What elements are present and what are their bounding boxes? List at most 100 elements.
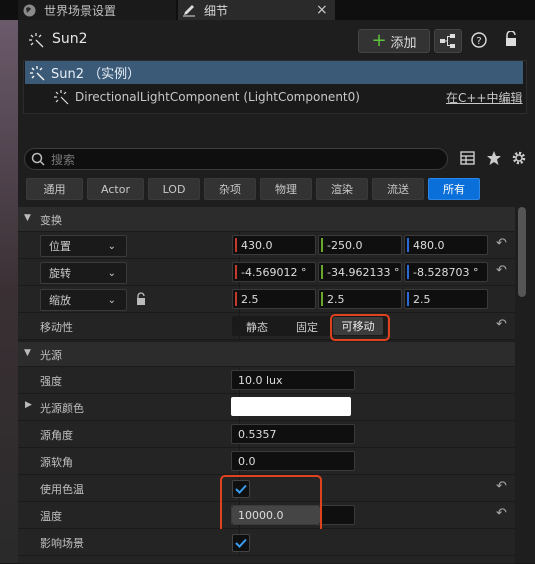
directional-light-icon xyxy=(53,89,69,105)
source-soft-angle-input[interactable]: 0.0 xyxy=(231,451,355,471)
filter-general[interactable]: 通用 xyxy=(26,178,83,200)
highlight-box-mobility xyxy=(330,314,390,341)
filter-lod[interactable]: LOD xyxy=(148,178,200,200)
filter-label: 流送 xyxy=(387,183,409,196)
source-angle-input[interactable]: 0.5357 xyxy=(231,424,355,444)
rotation-z-input[interactable]: -8.528703 ° xyxy=(404,262,488,282)
section-title: 光源 xyxy=(40,349,62,362)
intensity-row: 强度 10.0 lux xyxy=(18,367,515,394)
value-text: 2.5 xyxy=(327,292,345,306)
light-section-header[interactable]: ▼ 光源 xyxy=(18,342,515,367)
lock-icon[interactable] xyxy=(504,30,518,50)
add-component-button[interactable]: + 添加 xyxy=(358,29,430,53)
rotation-x-input[interactable]: -4.569012 ° xyxy=(232,262,316,282)
use-temperature-label: 使用色温 xyxy=(40,483,84,496)
checkmark-icon xyxy=(235,538,247,548)
search-input[interactable]: 搜索 xyxy=(24,148,448,170)
settings-gear-icon[interactable] xyxy=(511,150,527,169)
mobility-static-option[interactable]: 静态 xyxy=(246,319,268,335)
blueprint-button[interactable] xyxy=(434,29,462,53)
add-label: 添加 xyxy=(390,35,417,51)
affects-world-checkbox[interactable] xyxy=(232,534,250,552)
tab-details[interactable]: 细节 × xyxy=(178,0,335,20)
filter-streaming[interactable]: 流送 xyxy=(372,178,424,200)
location-y-input[interactable]: -250.0 xyxy=(318,235,402,255)
svg-text:?: ? xyxy=(476,36,481,47)
chevron-down-icon: ⌄ xyxy=(107,240,116,252)
light-actor-icon xyxy=(28,32,44,51)
mobility-label: 移动性 xyxy=(40,321,73,334)
chevron-down-icon: ⌄ xyxy=(107,294,116,306)
rotation-dropdown[interactable]: 旋转 ⌄ xyxy=(40,262,127,284)
scale-x-input[interactable]: 2.5 xyxy=(232,289,316,309)
location-z-input[interactable]: 480.0 xyxy=(404,235,488,255)
intensity-input[interactable]: 10.0 lux xyxy=(231,370,355,390)
light-color-label: 光源颜色 xyxy=(40,402,84,415)
value-text: 0.5357 xyxy=(238,427,277,441)
scale-z-input[interactable]: 2.5 xyxy=(404,289,488,309)
scale-lock-icon[interactable] xyxy=(135,292,147,309)
collapse-arrow-icon: ▼ xyxy=(24,348,31,358)
tree-row-label: Sun2 （实例） xyxy=(51,67,141,82)
globe-icon xyxy=(22,3,36,17)
actor-title: Sun2 xyxy=(52,31,88,47)
filter-physics[interactable]: 物理 xyxy=(260,178,312,200)
reset-icon[interactable]: ↶ xyxy=(496,479,507,494)
scale-dropdown[interactable]: 缩放 ⌄ xyxy=(40,289,127,311)
filter-misc[interactable]: 杂项 xyxy=(204,178,256,200)
filter-rendering[interactable]: 渲染 xyxy=(316,178,368,200)
rotation-y-input[interactable]: -34.962133 ° xyxy=(318,262,402,282)
edit-in-cpp-link[interactable]: 在C++中编辑 xyxy=(446,89,523,106)
location-x-input[interactable]: 430.0 xyxy=(232,235,316,255)
affects-world-label: 影响场景 xyxy=(40,537,84,550)
filter-label: 物理 xyxy=(275,183,297,196)
search-placeholder: 搜索 xyxy=(51,152,76,167)
value-text: 2.5 xyxy=(413,292,431,306)
reset-icon[interactable]: ↶ xyxy=(496,236,507,251)
scale-row: 缩放 ⌄ 2.5 2.5 2.5 xyxy=(18,286,515,313)
location-dropdown[interactable]: 位置 ⌄ xyxy=(40,235,127,257)
scale-y-input[interactable]: 2.5 xyxy=(318,289,402,309)
value-text: -250.0 xyxy=(327,238,363,252)
dropdown-label: 旋转 xyxy=(49,267,71,280)
component-label: DirectionalLightComponent (LightComponen… xyxy=(75,90,360,104)
value-text: 10.0 lux xyxy=(238,373,283,387)
tree-row-instance[interactable]: Sun2 （实例） xyxy=(25,61,523,84)
filter-actor[interactable]: Actor xyxy=(87,178,144,200)
filter-label: 所有 xyxy=(443,183,465,196)
transform-section-header[interactable]: ▼ 变换 xyxy=(18,207,515,232)
filter-label: 杂项 xyxy=(219,183,241,196)
light-color-row: ▶ 光源颜色 xyxy=(18,394,515,421)
mobility-stationary-option[interactable]: 固定 xyxy=(296,319,318,335)
help-icon[interactable]: ? xyxy=(471,32,487,51)
source-soft-angle-label: 源软角 xyxy=(40,456,73,469)
affects-world-row: 影响场景 xyxy=(18,529,515,556)
value-text: -34.962133 ° xyxy=(327,265,400,279)
reset-icon[interactable]: ↶ xyxy=(496,506,507,521)
expand-arrow-icon[interactable]: ▶ xyxy=(25,400,32,410)
scrollbar-thumb[interactable] xyxy=(518,207,526,297)
favorite-star-icon[interactable] xyxy=(486,150,502,169)
table-view-icon[interactable] xyxy=(460,151,475,168)
close-icon[interactable]: × xyxy=(316,2,328,18)
filter-all[interactable]: 所有 xyxy=(428,178,480,200)
tab-world-settings[interactable]: 世界场景设置 xyxy=(18,0,176,20)
value-text: 0.0 xyxy=(238,454,256,468)
dropdown-label: 位置 xyxy=(49,240,71,253)
reset-icon[interactable]: ↶ xyxy=(496,317,507,332)
hierarchy-icon xyxy=(440,34,455,48)
light-color-swatch[interactable] xyxy=(231,397,351,416)
tree-row-component[interactable]: DirectionalLightComponent (LightComponen… xyxy=(25,86,523,108)
reset-icon[interactable]: ↶ xyxy=(496,263,507,278)
plus-icon: + xyxy=(371,30,387,51)
value-text: -4.569012 ° xyxy=(241,265,307,279)
filter-label: 通用 xyxy=(43,183,66,196)
dropdown-label: 缩放 xyxy=(49,294,71,307)
source-soft-angle-row: 源软角 0.0 xyxy=(18,448,515,475)
source-angle-label: 源角度 xyxy=(40,429,73,442)
collapse-arrow-icon: ▼ xyxy=(24,213,31,223)
intensity-label: 强度 xyxy=(40,375,62,388)
value-text: 430.0 xyxy=(241,238,273,252)
filter-label: LOD xyxy=(162,182,186,196)
value-text: -8.528703 ° xyxy=(413,265,479,279)
